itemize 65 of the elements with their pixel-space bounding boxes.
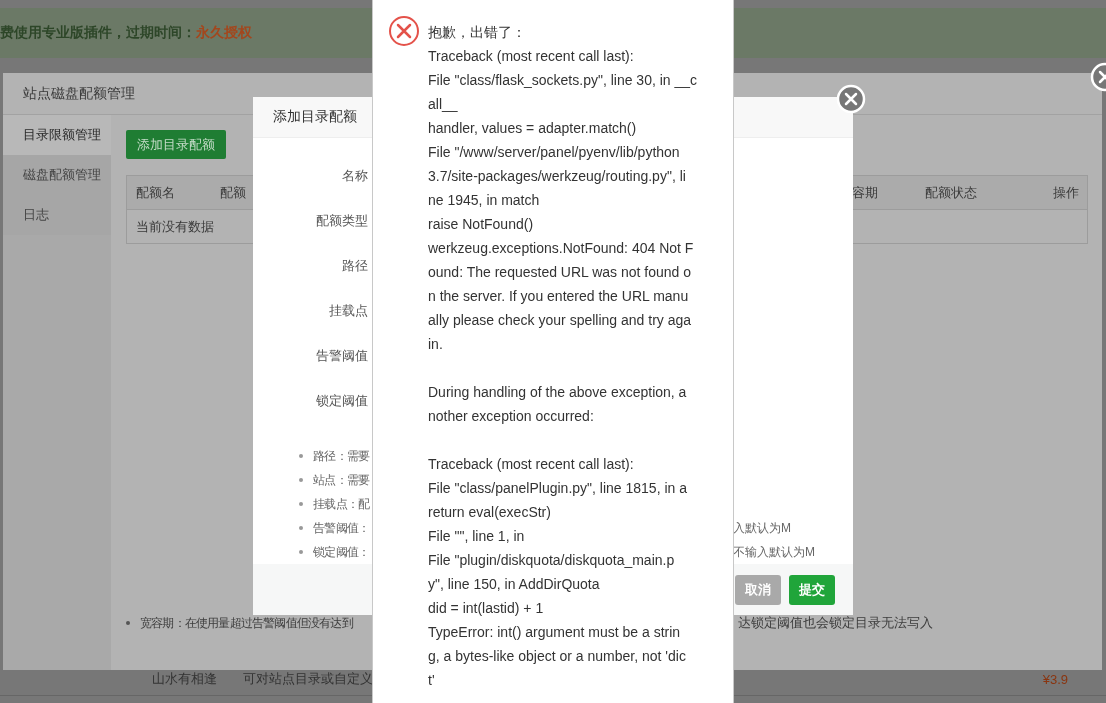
bullet-icon	[299, 478, 303, 482]
error-message-line: Traceback (most recent call last):	[428, 455, 634, 474]
hint-text: 入默认为M	[733, 519, 791, 537]
column-header: 容期	[852, 184, 878, 200]
column-header: 配额名	[136, 184, 175, 200]
field-label: 挂载点	[328, 301, 368, 320]
error-message-line: handler, values = adapter.match()	[428, 119, 637, 138]
banner-text: 费使用专业版插件，过期时间：	[0, 24, 196, 42]
hint-text: 锁定阈值：	[313, 544, 370, 559]
error-message-line: return eval(execStr)	[428, 503, 551, 522]
error-message-line: n the server. If you entered the URL manu	[428, 287, 689, 306]
submit-button[interactable]: 提交	[789, 575, 835, 605]
plugin-price: ¥3.9	[1042, 671, 1068, 687]
error-message-line: 3.7/site-packages/werkzeug/routing.py", li	[428, 167, 686, 186]
error-message-line: ne 1945, in match	[428, 191, 540, 210]
hint-text: 不输入默认为M	[733, 543, 815, 561]
note-text: 达锁定阈值也会锁定目录无法写入	[738, 614, 933, 632]
error-message-line: Traceback (most recent call last):	[428, 47, 634, 66]
field-label: 路径	[341, 256, 368, 275]
column-header: 配额状态	[925, 184, 977, 200]
plugin-name: 山水有相逢	[152, 670, 218, 688]
error-message-line: During handling of the above exception, a	[428, 383, 687, 402]
error-message-line: g, a bytes-like object or a number, not 'dic	[428, 647, 686, 666]
error-message-line: raise NotFound()	[428, 215, 534, 234]
error-icon	[388, 15, 420, 47]
error-message-line: y", line 150, in AddDirQuota	[428, 575, 600, 594]
field-label: 告警阈值	[315, 346, 368, 365]
sidebar-item[interactable]: 目录限额管理	[3, 115, 111, 155]
column-header: 配额	[220, 184, 246, 200]
hint-text: 路径：需要	[313, 448, 370, 463]
error-message-line: File "plugin/diskquota/diskquota_main.p	[428, 551, 675, 570]
column-header: 操作	[1053, 184, 1079, 200]
error-message-line: did = int(lastid) + 1	[428, 599, 544, 618]
error-message-line: t'	[428, 671, 435, 690]
error-message-line: File "class/panelPlugin.py", line 1815, in a	[428, 479, 687, 498]
field-label: 名称	[341, 166, 368, 185]
hint-text: 站点：需要	[313, 472, 370, 487]
add-directory-quota-button[interactable]: 添加目录配额	[126, 130, 226, 159]
error-message-line: TypeError: int() argument must be a strin	[428, 623, 681, 642]
error-message-line: File "", line 1, in	[428, 527, 525, 546]
dialog-title: 添加目录配额	[273, 108, 357, 126]
bullet-icon	[126, 621, 130, 625]
note-text: 宽容期：在使用量超过告警阈值但没有达到	[140, 615, 353, 630]
field-label: 锁定阈值	[315, 391, 368, 410]
cancel-button[interactable]: 取消	[735, 575, 781, 605]
window-title: 站点磁盘配额管理	[23, 84, 135, 103]
error-message-line: ound: The requested URL was not found o	[428, 263, 692, 282]
empty-table-message: 当前没有数据	[136, 217, 214, 236]
error-message-line: nother exception occurred:	[428, 407, 594, 426]
error-message-line: ally please check your spelling and try aga	[428, 311, 692, 330]
error-message-line: all__	[428, 95, 458, 114]
error-message-line: in.	[428, 335, 443, 354]
plugin-description: 可对站点目录或自定义	[243, 670, 373, 688]
hint-text: 挂载点：配	[313, 496, 370, 511]
field-label: 配额类型	[315, 211, 368, 230]
hint-text: 告警阈值：	[313, 520, 370, 535]
bullet-icon	[299, 502, 303, 506]
bullet-icon	[299, 454, 303, 458]
error-message-line: 抱歉，出错了：	[428, 23, 526, 42]
license-status: 永久授权	[196, 24, 252, 42]
error-message-line: File "/www/server/panel/pyenv/lib/python	[428, 143, 680, 162]
bullet-icon	[299, 550, 303, 554]
bullet-icon	[299, 526, 303, 530]
error-message-line: werkzeug.exceptions.NotFound: 404 Not F	[428, 239, 694, 258]
error-message-line: File "class/flask_sockets.py", line 30, in __c	[428, 71, 698, 90]
